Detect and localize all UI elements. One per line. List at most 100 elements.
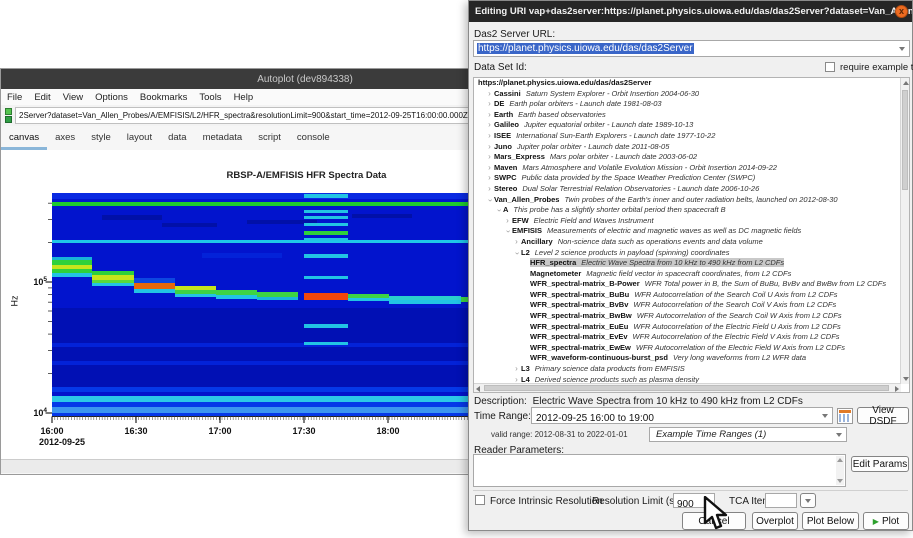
- time-range-input[interactable]: [532, 411, 832, 426]
- tab-metadata[interactable]: metadata: [195, 127, 251, 150]
- tca-item-field[interactable]: [765, 493, 797, 508]
- tree-item-name: DE: [494, 99, 504, 108]
- textarea-scrollbar[interactable]: [836, 456, 844, 485]
- scroll-up-icon[interactable]: [903, 81, 909, 85]
- dialog-title-bar[interactable]: Editing URI vap+das2server:https://plane…: [469, 1, 912, 22]
- collapse-icon[interactable]: ›: [493, 206, 504, 215]
- tree-horizontal-scrollbar[interactable]: [474, 383, 901, 392]
- tab-layout[interactable]: layout: [119, 127, 160, 150]
- tree-item-ISEE[interactable]: ›ISEEInternational Sun-Earth Explorers -…: [474, 131, 909, 142]
- tree-item-EMFISIS[interactable]: ›EMFISISMeasurements of electric and mag…: [474, 226, 909, 237]
- menu-bookmarks[interactable]: Bookmarks: [134, 92, 194, 103]
- menu-tools[interactable]: Tools: [193, 92, 227, 103]
- tree-item-Magnetometer[interactable]: MagnetometerMagnetic field vector in spa…: [474, 269, 909, 280]
- reader-parameters-input[interactable]: [473, 454, 846, 487]
- chevron-down-icon[interactable]: [805, 499, 811, 503]
- tree-item-L2[interactable]: ›L2Level 2 science products in payload (…: [474, 248, 909, 259]
- menu-file[interactable]: File: [1, 92, 28, 103]
- tab-console[interactable]: console: [289, 127, 338, 150]
- menu-options[interactable]: Options: [89, 92, 134, 103]
- tab-axes[interactable]: axes: [47, 127, 83, 150]
- tree-item-WFR_spectral-matrix_EvEv[interactable]: WFR_spectral-matrix_EvEvWFR Autocorrelat…: [474, 332, 909, 343]
- tree-item-EFW[interactable]: ›EFWElectric Field and Waves Instrument: [474, 216, 909, 227]
- tree-item-Van_Allen_Probes[interactable]: ›Van_Allen_ProbesTwin probes of the Eart…: [474, 195, 909, 206]
- scroll-down-icon[interactable]: [903, 377, 909, 381]
- expand-icon[interactable]: ›: [485, 142, 494, 153]
- tree-item-Cassini[interactable]: ›CassiniSaturn System Explorer - Orbit I…: [474, 89, 909, 100]
- expand-icon[interactable]: ›: [485, 99, 494, 110]
- y-tick-1e5: 105: [7, 276, 47, 287]
- tab-style[interactable]: style: [83, 127, 119, 150]
- tca-item-dropdown[interactable]: [800, 493, 816, 508]
- time-range-combo[interactable]: [531, 407, 833, 424]
- tree-item-WFR_spectral-matrix_EwEw[interactable]: WFR_spectral-matrix_EwEwWFR Autocorrelat…: [474, 343, 909, 354]
- expand-icon[interactable]: ›: [503, 216, 512, 227]
- scroll-up-icon[interactable]: [837, 458, 843, 462]
- collapse-icon[interactable]: ›: [511, 248, 522, 257]
- tree-item-name: WFR_spectral-matrix_BvBv: [530, 300, 628, 309]
- expand-icon[interactable]: ›: [485, 89, 494, 100]
- collapse-icon[interactable]: ›: [502, 227, 513, 236]
- tree-item-Maven[interactable]: ›MavenMars Atmosphere and Volatile Evolu…: [474, 163, 909, 174]
- tree-item-WFR_spectral-matrix_BvBv[interactable]: WFR_spectral-matrix_BvBvWFR Autocorrelat…: [474, 300, 909, 311]
- tree-item-SWPC[interactable]: ›SWPCPublic data provided by the Space W…: [474, 173, 909, 184]
- tree-item-Mars_Express[interactable]: ›Mars_ExpressMars polar orbiter - Launch…: [474, 152, 909, 163]
- tab-script[interactable]: script: [250, 127, 289, 150]
- scroll-right-icon[interactable]: [895, 386, 899, 392]
- menu-edit[interactable]: Edit: [28, 92, 56, 103]
- overplot-button[interactable]: Overplot: [752, 512, 798, 530]
- require-example-time-checkbox[interactable]: [825, 62, 835, 72]
- edit-params-button[interactable]: Edit Params: [851, 456, 909, 472]
- tree-item-Galileo[interactable]: ›GalileoJupiter equatorial orbiter - Lau…: [474, 120, 909, 131]
- chevron-down-icon[interactable]: [899, 47, 905, 51]
- tree-item-WFR_spectral-matrix_BwBw[interactable]: WFR_spectral-matrix_BwBwWFR Autocorrelat…: [474, 311, 909, 322]
- tree-root[interactable]: https://planet.physics.uiowa.edu/das/das…: [474, 78, 909, 89]
- menu-view[interactable]: View: [57, 92, 89, 103]
- tree-item-description: Magnetic field vector in spacecraft coor…: [586, 269, 791, 278]
- tree-item-WFR_waveform-continuous-burst_psd[interactable]: WFR_waveform-continuous-burst_psdVery lo…: [474, 353, 909, 364]
- tree-item-WFR_spectral-matrix_EuEu[interactable]: WFR_spectral-matrix_EuEuWFR Autocorrelat…: [474, 322, 909, 333]
- collapse-icon[interactable]: ›: [484, 195, 495, 204]
- plot-button[interactable]: ▶ Plot: [863, 512, 909, 530]
- plot-below-button[interactable]: Plot Below: [802, 512, 859, 530]
- expand-icon[interactable]: ›: [485, 131, 494, 142]
- tree-item-WFR_spectral-matrix_B-Power[interactable]: WFR_spectral-matrix_B-PowerWFR Total pow…: [474, 279, 909, 290]
- tree-item-name: WFR_spectral-matrix_EwEw: [530, 343, 631, 352]
- chevron-down-icon[interactable]: [822, 414, 828, 418]
- server-url-combo[interactable]: https://planet.physics.uiowa.edu/das/das…: [473, 40, 910, 57]
- chevron-down-icon[interactable]: [836, 433, 842, 437]
- tree-item-description: WFR Autocorrelation of the Electric Fiel…: [633, 332, 840, 341]
- scrollbar-thumb[interactable]: [484, 385, 889, 391]
- menu-help[interactable]: Help: [228, 92, 260, 103]
- tree-item-A[interactable]: ›AThis probe has a slightly shorter orbi…: [474, 205, 909, 216]
- expand-icon[interactable]: ›: [485, 173, 494, 184]
- example-time-ranges-combo[interactable]: Example Time Ranges (1): [649, 427, 847, 442]
- x-tick-label-1630: 16:30: [119, 426, 153, 436]
- scroll-down-icon[interactable]: [837, 479, 843, 483]
- scroll-left-icon[interactable]: [476, 386, 480, 392]
- scrollbar-thumb[interactable]: [902, 90, 908, 190]
- tab-data[interactable]: data: [160, 127, 195, 150]
- force-intrinsic-resolution-checkbox[interactable]: [475, 495, 485, 505]
- expand-icon[interactable]: ›: [512, 364, 521, 375]
- tree-item-WFR_spectral-matrix_BuBu[interactable]: WFR_spectral-matrix_BuBuWFR Autocorrelat…: [474, 290, 909, 301]
- close-icon[interactable]: x: [895, 5, 908, 18]
- expand-icon[interactable]: ›: [485, 163, 494, 174]
- tree-item-Stereo[interactable]: ›StereoDual Solar Terrestrial Relation O…: [474, 184, 909, 195]
- expand-icon[interactable]: ›: [485, 152, 494, 163]
- tree-item-DE[interactable]: ›DEEarth polar orbiters - Launch date 19…: [474, 99, 909, 110]
- dataset-tree[interactable]: https://planet.physics.uiowa.edu/das/das…: [473, 77, 910, 393]
- tree-item-Ancillary[interactable]: ›AncillaryNon-science data such as opera…: [474, 237, 909, 248]
- tree-vertical-scrollbar[interactable]: [900, 78, 909, 384]
- expand-icon[interactable]: ›: [512, 237, 521, 248]
- view-dsdf-button[interactable]: View DSDF: [857, 407, 909, 424]
- tree-item-Earth[interactable]: ›EarthEarth based observatories: [474, 110, 909, 121]
- calendar-icon[interactable]: [837, 408, 853, 424]
- expand-icon[interactable]: ›: [485, 110, 494, 121]
- expand-icon[interactable]: ›: [485, 120, 494, 131]
- tree-item-L3[interactable]: ›L3Primary science data products from EM…: [474, 364, 909, 375]
- expand-icon[interactable]: ›: [485, 184, 494, 195]
- tab-canvas[interactable]: canvas: [1, 127, 47, 150]
- tree-item-Juno[interactable]: ›JunoJupiter polar orbiter - Launch date…: [474, 142, 909, 153]
- tree-item-HFR_spectra[interactable]: HFR_spectraElectric Wave Spectra from 10…: [474, 258, 909, 269]
